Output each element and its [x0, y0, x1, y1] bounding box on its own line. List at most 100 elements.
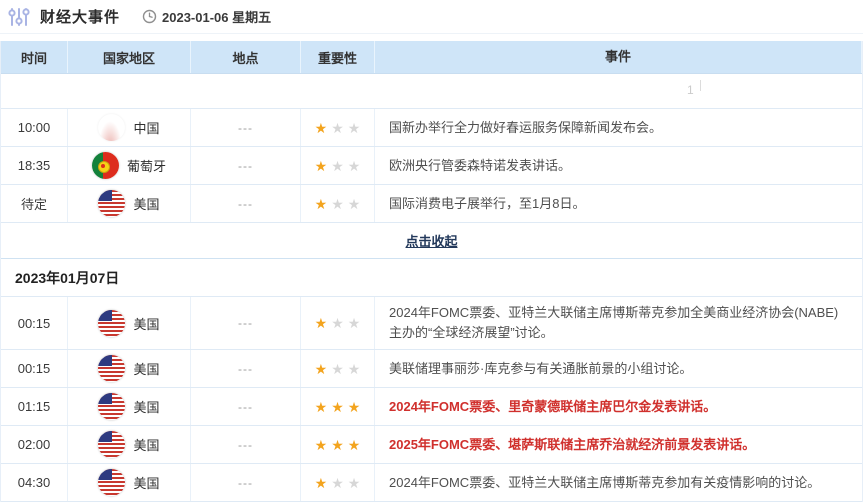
us-flag-icon — [98, 355, 126, 382]
event-text: 2024年FOMC票委、亚特兰大联储主席博斯蒂克参加全美商业经济协会(NABE)… — [389, 305, 839, 340]
page-header: 财经大事件 2023-01-06 星期五 — [0, 0, 863, 34]
event-time: 01:15 — [17, 399, 51, 414]
importance-stars: ★ ★ ★ — [301, 426, 375, 463]
star-icon: ★ — [314, 360, 328, 377]
location-value: --- — [238, 196, 253, 211]
event-text: 2024年FOMC票委、亚特兰大联储主席博斯蒂克参加有关疫情影响的讨论。 — [389, 474, 821, 490]
us-flag-icon — [98, 431, 126, 458]
star-icon: ★ — [331, 195, 344, 212]
location-value: --- — [238, 475, 253, 490]
date-separator-text: 2023年01月07日 — [15, 269, 120, 286]
star-icon: ★ — [347, 315, 361, 331]
event-time: 00:15 — [17, 361, 51, 376]
star-icon: ★ — [347, 195, 361, 212]
stray-text: 1 — [687, 83, 694, 97]
importance-stars: ★ ★ ★ — [301, 109, 375, 146]
star-icon: ★ — [347, 436, 361, 453]
stray-tick — [699, 80, 701, 91]
event-time: 02:00 — [17, 437, 51, 452]
star-icon: ★ — [347, 474, 361, 491]
cn-flag-icon — [98, 114, 126, 141]
event-row: 02:00 美国 --- ★ ★ ★ 2025年FOMC票委、堪萨斯联储主席乔治就经… — [1, 426, 862, 464]
event-text: 国际消费电子展举行，至1月8日。 — [389, 195, 586, 211]
country-name: 美国 — [133, 438, 160, 453]
event-row: 01:15 美国 --- ★ ★ ★ 2024年FOMC票委、里奇蒙德联储主席巴尔金… — [1, 388, 862, 426]
star-icon: ★ — [314, 119, 328, 136]
event-time: 00:15 — [17, 315, 51, 331]
event-row: 10:00 中国 --- ★ ★ ★ 国新办举行全力做好春运服务保障新闻发布会。 — [1, 109, 862, 147]
event-time: 待定 — [20, 197, 47, 212]
location-value: --- — [238, 437, 253, 452]
star-icon: ★ — [314, 474, 328, 491]
column-header-event: 事件 — [375, 41, 862, 73]
event-row: 00:15 美国 --- ★ ★ ★ 2024年FOMC票委、亚特兰大联储主席博斯蒂… — [1, 297, 862, 350]
page-title: 财经大事件 — [40, 9, 121, 26]
event-text: 欧洲央行管委森特诺发表讲话。 — [389, 157, 572, 173]
star-icon: ★ — [331, 157, 344, 174]
event-row: 待定 美国 --- ★ ★ ★ 国际消费电子展举行，至1月8日。 — [1, 185, 862, 223]
location-value: --- — [238, 399, 253, 414]
collapse-link[interactable]: 点击收起 — [405, 231, 457, 250]
event-text: 2025年FOMC票委、堪萨斯联储主席乔治就经济前景发表讲话。 — [389, 436, 756, 452]
country-name: 美国 — [133, 362, 160, 377]
importance-stars: ★ ★ ★ — [301, 147, 375, 184]
star-icon: ★ — [314, 157, 328, 174]
partial-row: 1 — [1, 74, 862, 109]
star-icon: ★ — [331, 315, 344, 331]
importance-stars: ★ ★ ★ — [301, 464, 375, 501]
column-header-time: 时间 — [1, 41, 68, 73]
location-value: --- — [238, 361, 253, 376]
country-name: 美国 — [133, 316, 160, 332]
country-name: 美国 — [133, 476, 160, 491]
rows-day1: 10:00 中国 --- ★ ★ ★ 国新办举行全力做好春运服务保障新闻发布会。 1… — [1, 109, 862, 223]
star-icon: ★ — [331, 474, 344, 491]
column-header-location: 地点 — [191, 41, 301, 73]
importance-stars: ★ ★ ★ — [301, 350, 375, 387]
importance-stars: ★ ★ ★ — [301, 185, 375, 222]
column-header-country: 国家地区 — [68, 41, 191, 73]
event-text: 国新办举行全力做好春运服务保障新闻发布会。 — [389, 119, 663, 135]
star-icon: ★ — [314, 315, 328, 331]
star-icon: ★ — [347, 398, 361, 415]
event-row: 18:35 葡萄牙 --- ★ ★ ★ 欧洲央行管委森特诺发表讲话。 — [1, 147, 862, 185]
country-name: 葡萄牙 — [126, 159, 166, 174]
collapse-row: 点击收起 — [1, 223, 862, 259]
us-flag-icon — [98, 393, 126, 420]
star-icon: ★ — [331, 436, 344, 453]
star-icon: ★ — [314, 398, 328, 415]
column-header-importance: 重要性 — [301, 41, 375, 73]
rows-day2: 00:15 美国 --- ★ ★ ★ 2024年FOMC票委、亚特兰大联储主席博斯蒂… — [1, 297, 862, 502]
location-value: --- — [238, 158, 253, 173]
country-name: 美国 — [133, 400, 160, 415]
table-header-row: 时间 国家地区 地点 重要性 事件 — [1, 41, 862, 74]
event-time: 18:35 — [17, 158, 51, 173]
event-time: 10:00 — [17, 120, 51, 135]
location-value: --- — [238, 120, 253, 135]
location-value: --- — [238, 316, 253, 330]
star-icon: ★ — [331, 119, 344, 136]
events-table: 时间 国家地区 地点 重要性 事件 1 10:00 中国 --- ★ ★ ★ 国新办… — [0, 41, 863, 502]
us-flag-icon — [98, 309, 126, 337]
event-time: 04:30 — [17, 475, 51, 490]
country-name: 美国 — [133, 197, 160, 212]
stray-fragment: 1 — [687, 80, 701, 97]
date-separator-row: 2023年01月07日 — [1, 259, 862, 297]
star-icon: ★ — [347, 360, 361, 377]
star-icon: ★ — [314, 436, 328, 453]
sliders-icon — [8, 7, 30, 26]
us-flag-icon — [98, 469, 126, 496]
event-row: 04:30 美国 --- ★ ★ ★ 2024年FOMC票委、亚特兰大联储主席博斯蒂… — [1, 464, 862, 502]
country-name: 中国 — [133, 121, 160, 136]
star-icon: ★ — [331, 360, 344, 377]
pt-flag-icon — [91, 152, 119, 179]
us-flag-icon — [98, 190, 126, 217]
importance-stars: ★ ★ ★ — [301, 388, 375, 425]
clock-icon — [142, 9, 157, 24]
header-date: 2023-01-06 星期五 — [162, 10, 272, 25]
star-icon: ★ — [331, 398, 344, 415]
star-icon: ★ — [347, 119, 361, 136]
event-text: 美联储理事丽莎·库克参与有关通胀前景的小组讨论。 — [389, 360, 693, 376]
star-icon: ★ — [347, 157, 361, 174]
importance-stars: ★ ★ ★ — [301, 297, 375, 349]
star-icon: ★ — [314, 195, 328, 212]
